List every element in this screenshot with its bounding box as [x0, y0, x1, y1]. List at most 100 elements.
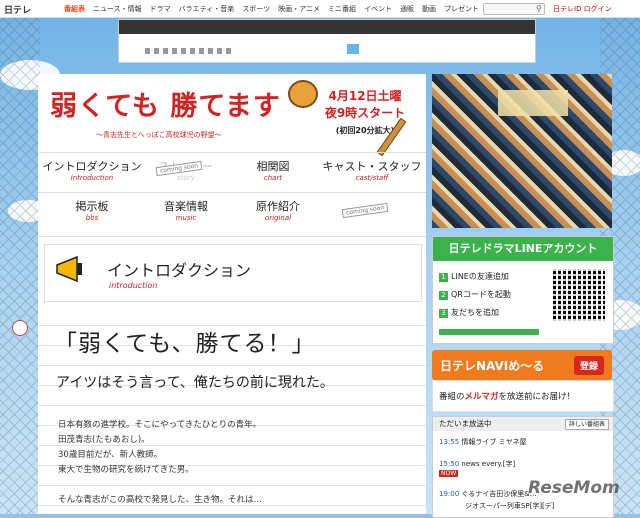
nav-links: 番組表 ニュース・情報 ドラマ バラエティ・音楽 スポーツ 映画・アニメ ミニ番… [64, 4, 479, 14]
intro-lead: アイツはそう言って、俺たちの前に現れた。 [56, 375, 334, 391]
line-account-header: 日テレドラマLINEアカウント [433, 237, 613, 261]
intro-line: 日本有数の進学校。そこにやってきたひとりの青年。 [58, 420, 262, 430]
date-line: 夜9時スタート [324, 106, 406, 120]
line-step: 2 QRコードを起動 [439, 289, 511, 300]
mail-magazine-text: 番組のメルマガを放送前にお届け！ [439, 390, 575, 402]
line-step: 1 LINEの友達追加 [439, 271, 509, 282]
mail-prefix: 番組の [439, 392, 465, 402]
search-icon[interactable]: ⚲ [536, 4, 542, 13]
resemom-watermark: ReseMom [528, 478, 620, 498]
section-subtitle: introduction [109, 281, 158, 290]
onair-time: 19:00 [439, 490, 460, 498]
menu-item-label: 掲示板 [75, 200, 109, 213]
nav-link[interactable]: 動画 [422, 4, 436, 14]
megaphone-icon [56, 255, 82, 283]
onair-row[interactable]: 15:50 news every.[字] [439, 459, 515, 469]
full-schedule-button[interactable]: 詳しい番組表 [564, 419, 609, 430]
nav-link[interactable]: スポーツ [242, 4, 270, 14]
menu-item-chart[interactable]: 相関図 chart [238, 158, 308, 182]
divider [38, 192, 426, 193]
line-step-label: QRコードを起動 [451, 290, 511, 299]
menu-item-music[interactable]: 音楽情報 music [146, 198, 226, 222]
menu-item-label: キャスト・スタッフ [322, 160, 422, 173]
onair-row[interactable]: ジオスーパー列車SP[字][デ] [465, 501, 555, 511]
menu-item-en: cast/staff [355, 174, 389, 182]
intro-quote: 「弱くても、勝てる！」 [54, 331, 316, 357]
top-nav: 日テレ 番組表 ニュース・情報 ドラマ バラエティ・音楽 スポーツ 映画・アニメ… [0, 0, 640, 18]
menu-item-bbs[interactable]: 掲示板 bbs [42, 198, 142, 222]
intro-line: 東大で生物の研究を続けてきた男。 [58, 465, 194, 475]
divider [38, 152, 426, 153]
menu-item-en: bbs [85, 214, 99, 222]
nav-link[interactable]: 番組表 [64, 4, 85, 14]
step-number-icon: 1 [439, 273, 448, 282]
nav-link[interactable]: プレゼント [444, 4, 479, 14]
menu-item-en: introduction [70, 174, 114, 182]
onair-program: ジオスーパー列車SP[字][デ] [465, 502, 555, 510]
coming-soon-badge: coming soon [341, 202, 389, 219]
menu-item-label: 音楽情報 [164, 200, 208, 213]
onair-program: 情報ライブ ミヤネ屋 [461, 438, 527, 446]
ad-banner[interactable] [118, 19, 536, 63]
onair-row[interactable]: 19:00 ぐるナイ吉田沙保里&… [439, 489, 537, 499]
show-title[interactable]: 弱くても 勝てます [50, 84, 281, 123]
navi-mail-banner[interactable]: 日テレNAVIめ～る 登録 [432, 350, 612, 380]
onair-program: news every.[字] [461, 460, 516, 468]
ad-banner-blurred-text [145, 48, 235, 54]
nav-link[interactable]: イベント [364, 4, 392, 14]
menu-item-cast-staff[interactable]: キャスト・スタッフ cast/staff [322, 158, 422, 182]
poster-title-area [498, 90, 568, 116]
login-link[interactable]: 日テレID ログイン [553, 4, 612, 14]
intro-line [58, 478, 262, 493]
onair-time: 15:50 [439, 460, 460, 468]
menu-item-original[interactable]: 原作紹介 original [238, 198, 318, 222]
menu-item-en: music [175, 214, 197, 222]
divider [38, 236, 426, 237]
onair-program: ぐるナイ吉田沙保里&… [461, 490, 537, 498]
line-step-label: 友だちを追加 [451, 308, 499, 317]
step-number-icon: 2 [439, 291, 448, 300]
menu-item-label: イントロダクション [42, 160, 142, 173]
section-title: イントロダクション [107, 261, 252, 280]
onair-time: 13:55 [439, 438, 460, 446]
ntv-logo[interactable]: 日テレ [4, 3, 31, 16]
line-step: 3 友だちを追加 [439, 307, 499, 318]
section-header: イントロダクション introduction [44, 244, 422, 302]
line-arrow [439, 329, 539, 335]
menu-item-label: 相関図 [256, 160, 290, 173]
fence-left [0, 0, 40, 514]
onair-box: ただいま放送中 詳しい番組表 13:55 情報ライブ ミヤネ屋 15:50 ne… [432, 416, 614, 518]
menu-item-introduction[interactable]: イントロダクション introduction [42, 158, 142, 182]
nav-link[interactable]: バラエティ・音楽 [179, 4, 235, 14]
nav-link[interactable]: 通販 [400, 4, 414, 14]
ad-banner-header [119, 20, 535, 34]
nav-link[interactable]: ドラマ [150, 4, 171, 14]
line-step-label: LINEの友達追加 [451, 272, 509, 281]
line-account-box[interactable]: 日テレドラマLINEアカウント 1 LINEの友達追加 2 QRコードを起動 3 友だ… [432, 236, 614, 344]
baseball-icon [12, 320, 28, 336]
show-poster-image[interactable] [432, 74, 612, 228]
mail-suffix: を放送前にお届け！ [498, 392, 576, 402]
show-subtitle: ～青志先生とへっぽこ高校球児の野望～ [96, 131, 222, 139]
navi-title: 日テレNAVIめ～る [440, 359, 545, 373]
step-number-icon: 3 [439, 309, 448, 318]
nav-link[interactable]: ミニ番組 [328, 4, 356, 14]
nav-link[interactable]: ニュース・情報 [93, 4, 142, 14]
main-content: 弱くても 勝てます ～青志先生とへっぽこ高校球児の野望～ 4月12日土曜 夜9時… [38, 74, 426, 514]
ad-banner-blue-block [347, 44, 359, 54]
intro-body: 日本有数の進学校。そこにやってきたひとりの青年。 田茂青志(たもあおし)。 30… [58, 418, 262, 508]
nav-link[interactable]: 映画・アニメ [278, 4, 320, 14]
onair-header: ただいま放送中 詳しい番組表 [433, 417, 613, 431]
mail-magazine-banner[interactable]: 番組のメルマガを放送前にお届け！ [432, 380, 614, 412]
date-line: 4月12日土曜 [328, 89, 402, 103]
intro-line: 30歳目前だが、新人教師。 [58, 450, 163, 460]
intro-line: そんな青志がこの高校で発見した、生き物。それは… [58, 495, 263, 505]
now-badge: NOW [439, 470, 459, 477]
qr-code [553, 269, 605, 321]
menu-item-label: 原作紹介 [256, 200, 300, 213]
menu-item-en: original [264, 214, 292, 222]
menu-item-en: chart [263, 174, 283, 182]
register-button[interactable]: 登録 [573, 356, 604, 375]
onair-row[interactable]: 13:55 情報ライブ ミヤネ屋 [439, 437, 527, 447]
mail-highlight: メルマガ [464, 392, 499, 402]
